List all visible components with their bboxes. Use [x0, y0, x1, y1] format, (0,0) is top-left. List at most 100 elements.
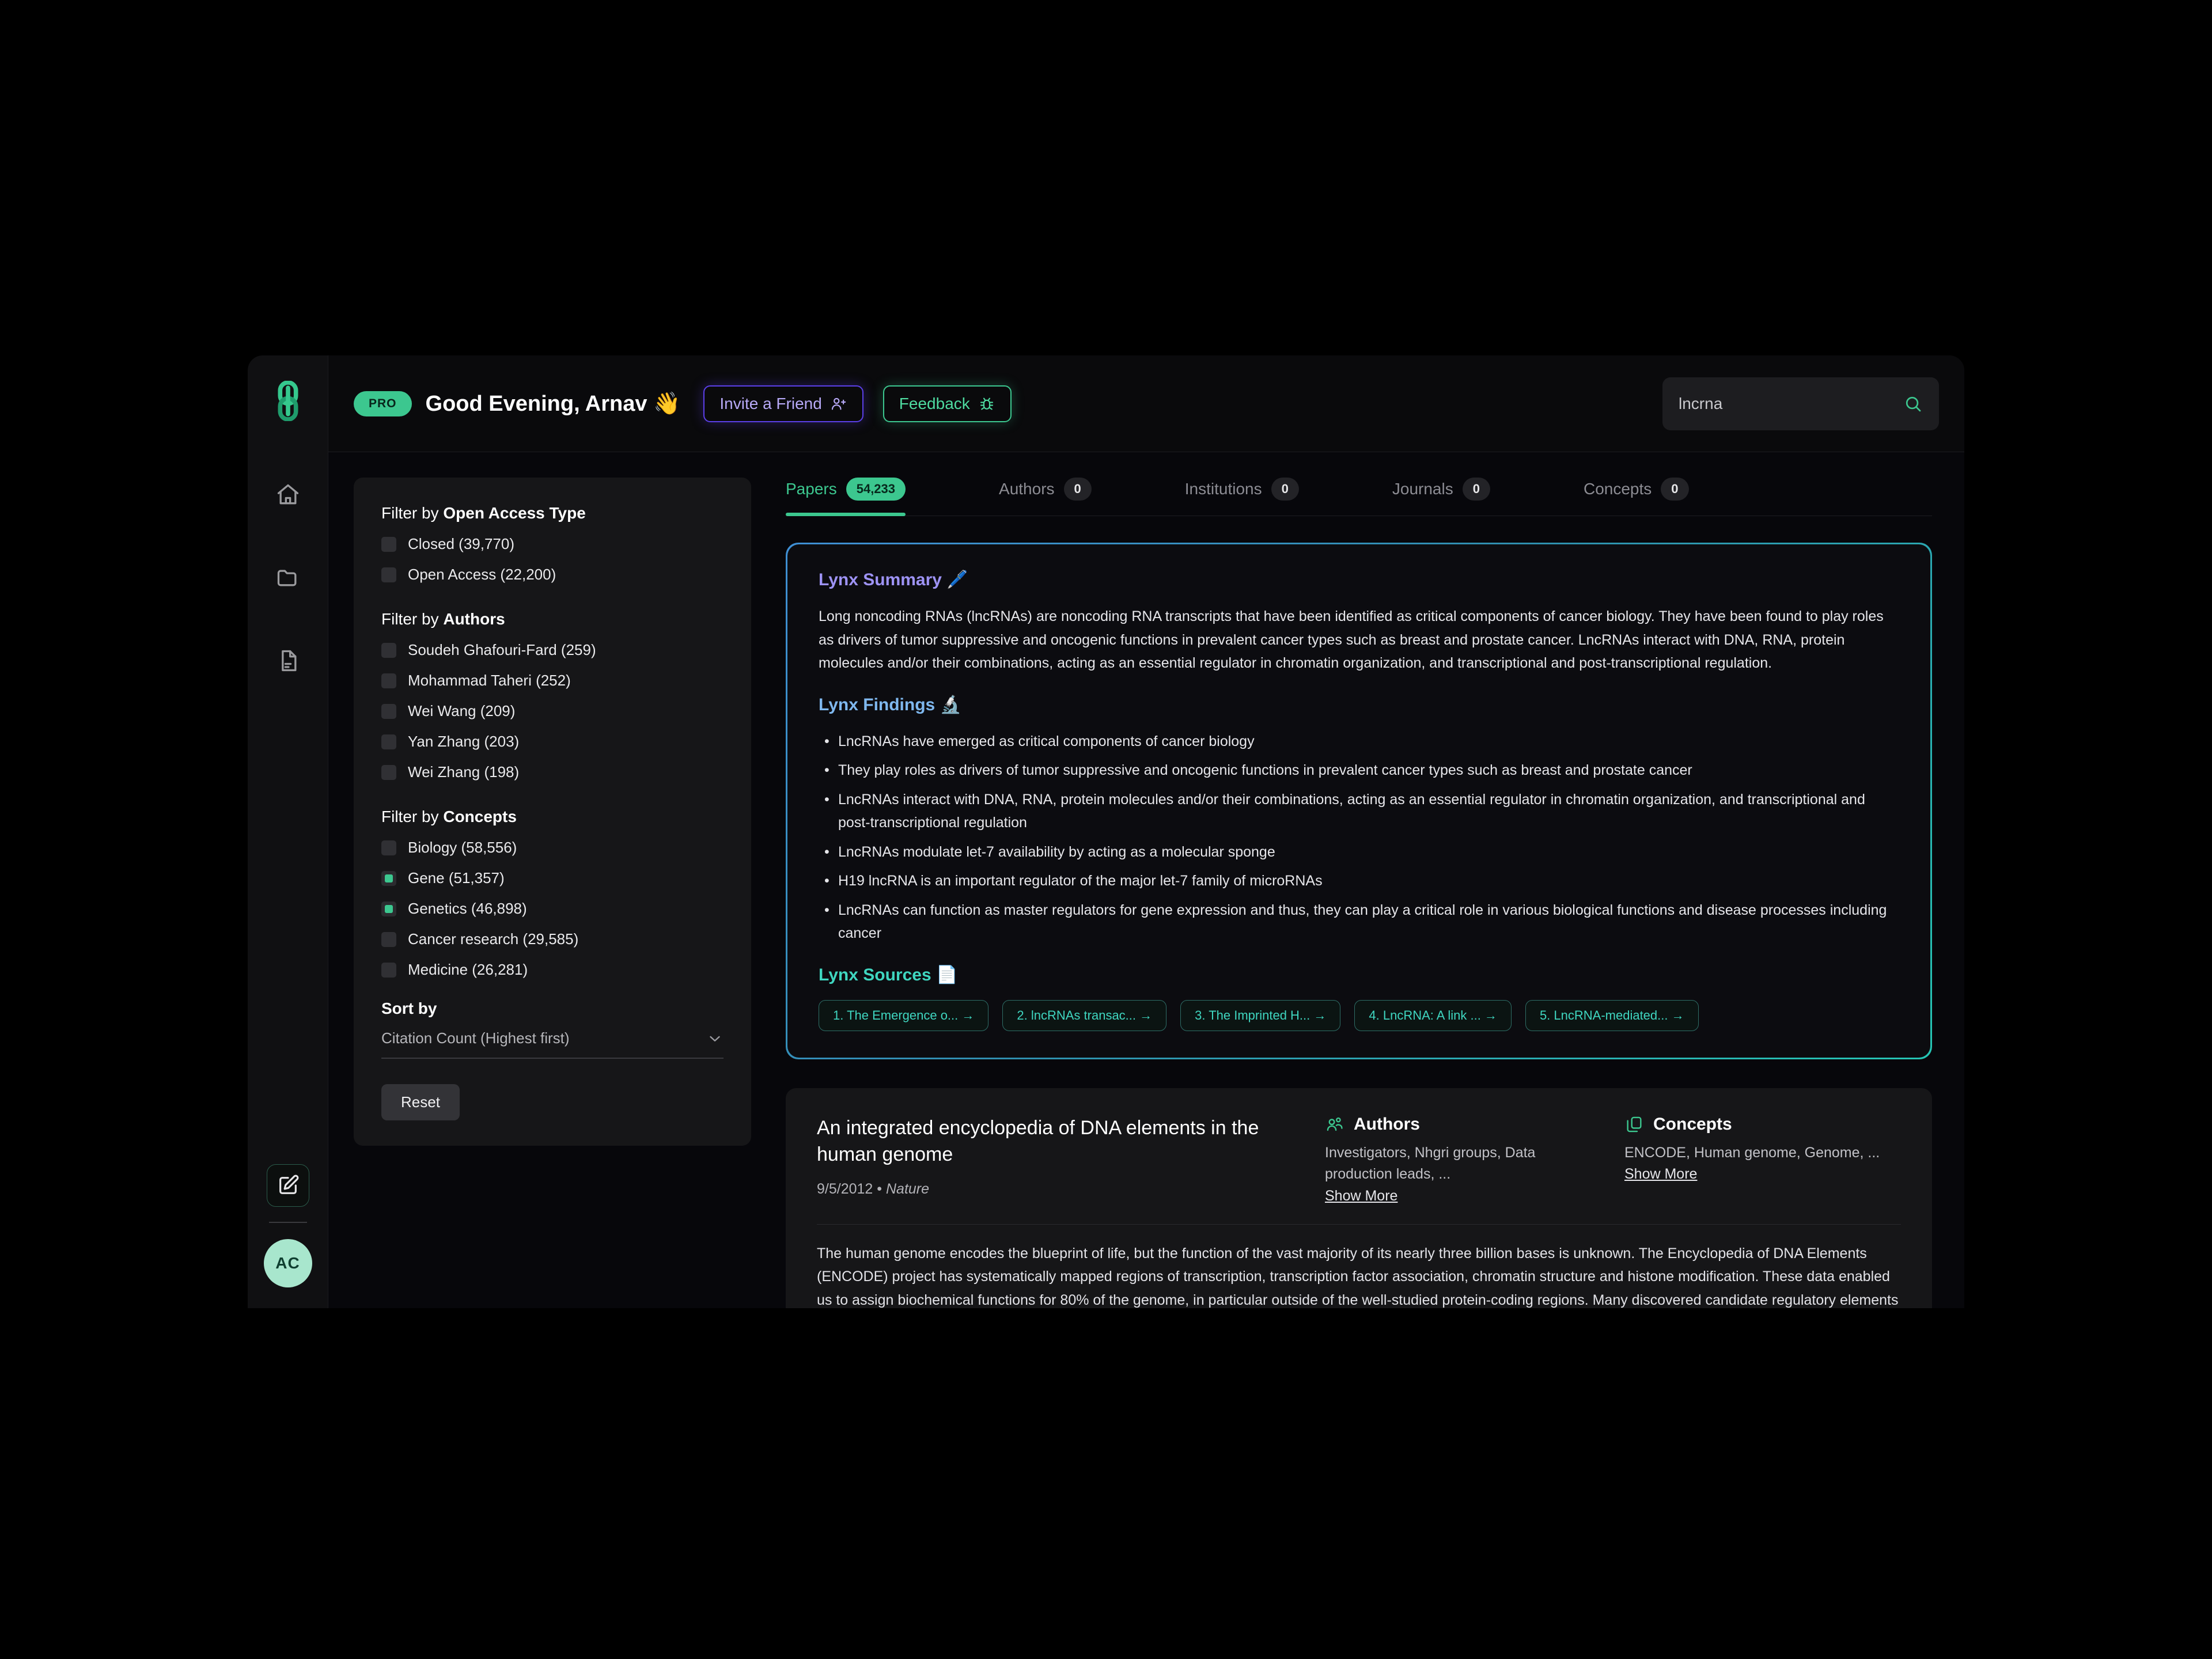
checkbox[interactable] [381, 567, 396, 582]
rail-divider [268, 1222, 307, 1223]
paper-title[interactable]: An integrated encyclopedia of DNA elemen… [817, 1115, 1302, 1169]
app-logo[interactable] [270, 381, 306, 421]
checkbox[interactable] [381, 931, 396, 947]
paper-result-card[interactable]: An integrated encyclopedia of DNA elemen… [786, 1088, 1932, 1309]
paper-main: An integrated encyclopedia of DNA elemen… [817, 1115, 1302, 1205]
checkbox[interactable] [381, 536, 396, 552]
paper-authors-column: Authors Investigators, Nhgri groups, Dat… [1325, 1115, 1601, 1205]
paper-abstract-text: The human genome encodes the blueprint o… [817, 1245, 1899, 1308]
lynx-findings-title: Lynx Findings 🔬 [819, 695, 961, 714]
concepts-show-more-link[interactable]: Show More [1624, 1166, 1697, 1183]
source-chip[interactable]: 3. The Imprinted H... → [1180, 999, 1341, 1031]
filter-option[interactable]: Cancer research (29,585) [381, 930, 724, 948]
feedback-button[interactable]: Feedback [882, 385, 1012, 422]
filter-option[interactable]: Wei Zhang (198) [381, 763, 724, 781]
filter-option[interactable]: Open Access (22,200) [381, 566, 724, 584]
lynx-card-inner: Lynx Summary 🖊️ Long noncoding RNAs (lnc… [787, 544, 1930, 1058]
checkbox[interactable] [381, 734, 396, 749]
avatar[interactable]: AC [263, 1239, 312, 1287]
filter-option-label: Biology (58,556) [408, 839, 517, 856]
reset-button[interactable]: Reset [381, 1084, 460, 1120]
sidebar-item-library[interactable] [272, 562, 304, 594]
user-plus-icon [830, 395, 847, 412]
filter-option[interactable]: Mohammad Taheri (252) [381, 672, 724, 690]
filter-option[interactable]: Biology (58,556) [381, 839, 724, 857]
filter-option-label: Medicine (26,281) [408, 961, 528, 978]
paper-journal: Nature [886, 1181, 930, 1198]
finding-item: LncRNAs can function as master regulator… [819, 899, 1899, 945]
source-chip[interactable]: 1. The Emergence o... → [819, 999, 989, 1031]
tab-count: 0 [1661, 478, 1689, 501]
lynx-summary-text: Long noncoding RNAs (lncRNAs) are noncod… [819, 608, 1884, 671]
left-rail: AC [248, 355, 328, 1308]
lynx-sources-chips: 1. The Emergence o... → 2. lncRNAs trans… [819, 999, 1899, 1031]
finding-item: They play roles as drivers of tumor supp… [819, 759, 1899, 782]
greeting-text: Good Evening, Arnav 👋 [425, 391, 681, 416]
checkbox[interactable] [381, 962, 396, 978]
checkbox[interactable] [381, 703, 396, 719]
filter-option[interactable]: Yan Zhang (203) [381, 733, 724, 751]
paper-top-row: An integrated encyclopedia of DNA elemen… [817, 1115, 1901, 1205]
filter-option[interactable]: Gene (51,357) [381, 869, 724, 887]
chevron-down-icon [706, 1030, 724, 1047]
invite-a-friend-button[interactable]: Invite a Friend [703, 385, 863, 422]
checkbox[interactable] [381, 870, 396, 886]
sort-by-heading: Sort by [381, 999, 437, 1017]
folder-icon [275, 565, 301, 590]
invite-label: Invite a Friend [719, 394, 822, 412]
tab-authors[interactable]: Authors 0 [999, 472, 1092, 516]
finding-item: LncRNAs interact with DNA, RNA, protein … [819, 788, 1899, 835]
paper-date: 9/5/2012 [817, 1181, 873, 1198]
filter-option-label: Mohammad Taheri (252) [408, 672, 571, 689]
filter-option-label: Closed (39,770) [408, 535, 514, 552]
search-icon[interactable] [1903, 394, 1923, 414]
paper-concepts-body: ENCODE, Human genome, Genome, ... [1624, 1144, 1880, 1161]
search-input[interactable] [1679, 394, 1903, 413]
source-chip[interactable]: 5. LncRNA-mediated... → [1525, 999, 1699, 1031]
tab-institutions[interactable]: Institutions 0 [1185, 472, 1299, 516]
filter-option[interactable]: Medicine (26,281) [381, 961, 724, 979]
filter-option-label: Open Access (22,200) [408, 566, 556, 583]
tab-journals[interactable]: Journals 0 [1392, 472, 1490, 516]
authors-show-more-link[interactable]: Show More [1325, 1188, 1397, 1205]
finding-item: LncRNAs have emerged as critical compone… [819, 730, 1899, 753]
lynx-sources-title: Lynx Sources 📄 [819, 965, 958, 984]
tab-papers[interactable]: Papers 54,233 [786, 472, 906, 516]
filter-heading-prefix: Filter by [381, 808, 444, 825]
lynx-findings-list: LncRNAs have emerged as critical compone… [819, 730, 1899, 945]
checkbox[interactable] [381, 673, 396, 688]
tab-label: Journals [1392, 480, 1453, 498]
paper-abstract: The human genome encodes the blueprint o… [817, 1242, 1901, 1309]
checkbox[interactable] [381, 840, 396, 855]
sort-by-select[interactable]: Citation Count (Highest first) [381, 1029, 724, 1059]
edit-square-icon [276, 1174, 300, 1197]
sidebar-item-home[interactable] [272, 479, 304, 511]
filter-option-label: Cancer research (29,585) [408, 930, 579, 948]
filter-option[interactable]: Closed (39,770) [381, 535, 724, 553]
filter-option[interactable]: Wei Wang (209) [381, 702, 724, 720]
filter-heading-bold: Authors [443, 610, 505, 628]
search-bar[interactable] [1662, 377, 1939, 430]
filter-option[interactable]: Soudeh Ghafouri-Fard (259) [381, 641, 724, 659]
compose-button[interactable] [266, 1164, 309, 1207]
filter-option-label: Wei Wang (209) [408, 702, 516, 719]
checkbox[interactable] [381, 901, 396, 916]
lynx-summary-card: Lynx Summary 🖊️ Long noncoding RNAs (lnc… [786, 543, 1932, 1059]
checkbox[interactable] [381, 764, 396, 780]
paper-authors-header: Authors [1325, 1115, 1601, 1134]
tab-label: Institutions [1184, 480, 1262, 498]
checkbox[interactable] [381, 642, 396, 658]
filter-heading-prefix: Filter by [381, 610, 444, 628]
paper-authors-body: Investigators, Nhgri groups, Data produc… [1325, 1144, 1536, 1183]
main-area: PRO Good Evening, Arnav 👋 Invite a Frien… [328, 355, 1964, 1308]
filter-heading-concepts: Filter by Concepts [381, 808, 724, 826]
sidebar-item-documents[interactable] [272, 645, 304, 677]
paper-concepts-label: Concepts [1653, 1114, 1732, 1134]
tab-count: 54,233 [846, 478, 906, 501]
tab-concepts[interactable]: Concepts 0 [1584, 472, 1689, 516]
source-chip[interactable]: 4. LncRNA: A link ... → [1354, 999, 1512, 1031]
source-chip[interactable]: 2. lncRNAs transac... → [1002, 999, 1167, 1031]
paper-concepts-header: Concepts [1624, 1115, 1901, 1134]
filter-option[interactable]: Genetics (46,898) [381, 900, 724, 918]
